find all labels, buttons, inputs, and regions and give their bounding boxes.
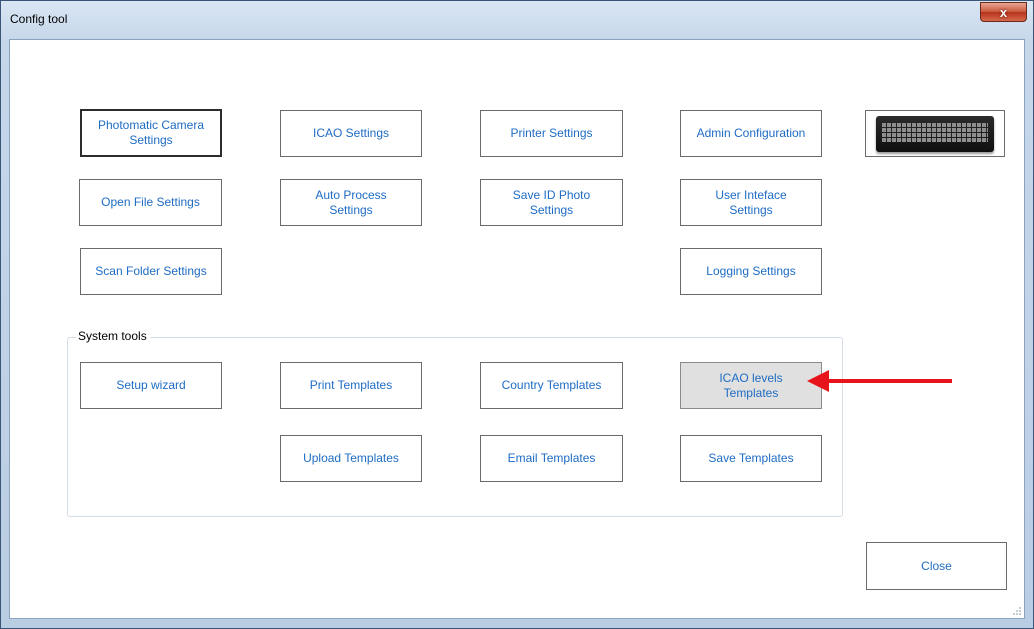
client-area: Photomatic Camera Settings ICAO Settings…: [9, 39, 1025, 619]
user-interface-settings-button[interactable]: User Inteface Settings: [680, 179, 822, 226]
printer-settings-button[interactable]: Printer Settings: [480, 110, 623, 157]
setup-wizard-button[interactable]: Setup wizard: [80, 362, 222, 409]
save-id-photo-settings-button[interactable]: Save ID Photo Settings: [480, 179, 623, 226]
auto-process-settings-button[interactable]: Auto Process Settings: [280, 179, 422, 226]
icao-levels-templates-button[interactable]: ICAO levels Templates: [680, 362, 822, 409]
admin-configuration-button[interactable]: Admin Configuration: [680, 110, 822, 157]
photomatic-camera-settings-button[interactable]: Photomatic Camera Settings: [80, 109, 222, 157]
red-arrow-icon: [807, 370, 952, 392]
title-bar[interactable]: Config tool x: [1, 1, 1033, 37]
upload-templates-button[interactable]: Upload Templates: [280, 435, 422, 482]
window-title: Config tool: [10, 12, 68, 26]
window-close-button[interactable]: x: [980, 2, 1027, 22]
icao-settings-button[interactable]: ICAO Settings: [280, 110, 422, 157]
close-button[interactable]: Close: [866, 542, 1007, 590]
print-templates-button[interactable]: Print Templates: [280, 362, 422, 409]
resize-grip-icon[interactable]: [1012, 606, 1022, 616]
logging-settings-button[interactable]: Logging Settings: [680, 248, 822, 295]
country-templates-button[interactable]: Country Templates: [480, 362, 623, 409]
keyboard-icon: [876, 115, 994, 152]
close-icon: x: [999, 4, 1008, 20]
system-tools-label: System tools: [76, 329, 150, 343]
scan-folder-settings-button[interactable]: Scan Folder Settings: [80, 248, 222, 295]
open-file-settings-button[interactable]: Open File Settings: [79, 179, 222, 226]
keyboard-button[interactable]: [865, 110, 1005, 157]
save-templates-button[interactable]: Save Templates: [680, 435, 822, 482]
email-templates-button[interactable]: Email Templates: [480, 435, 623, 482]
config-tool-window: Config tool x Photomatic Camera Settings…: [0, 0, 1034, 629]
